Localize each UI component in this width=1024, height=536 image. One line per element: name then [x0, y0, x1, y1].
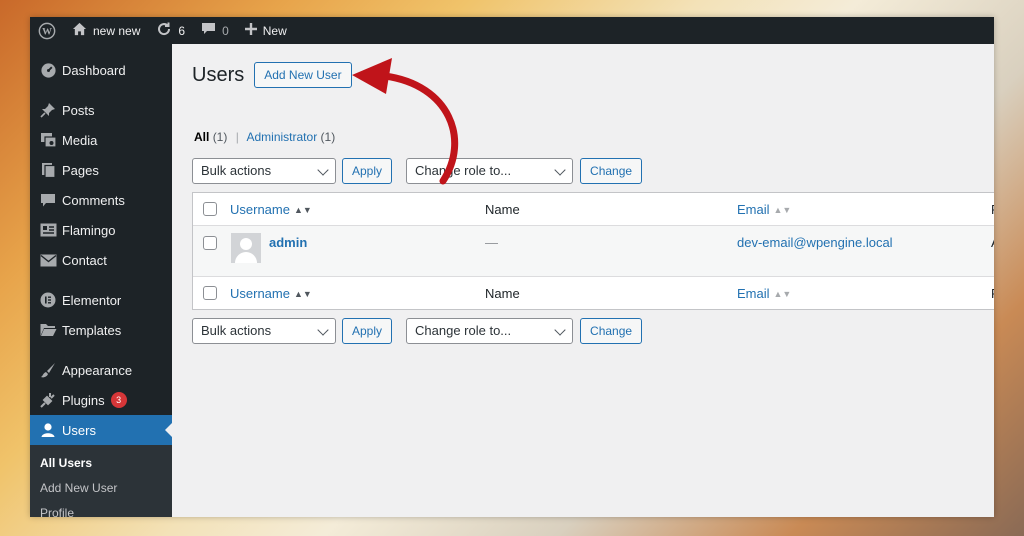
annotation-arrow-icon [352, 58, 459, 185]
